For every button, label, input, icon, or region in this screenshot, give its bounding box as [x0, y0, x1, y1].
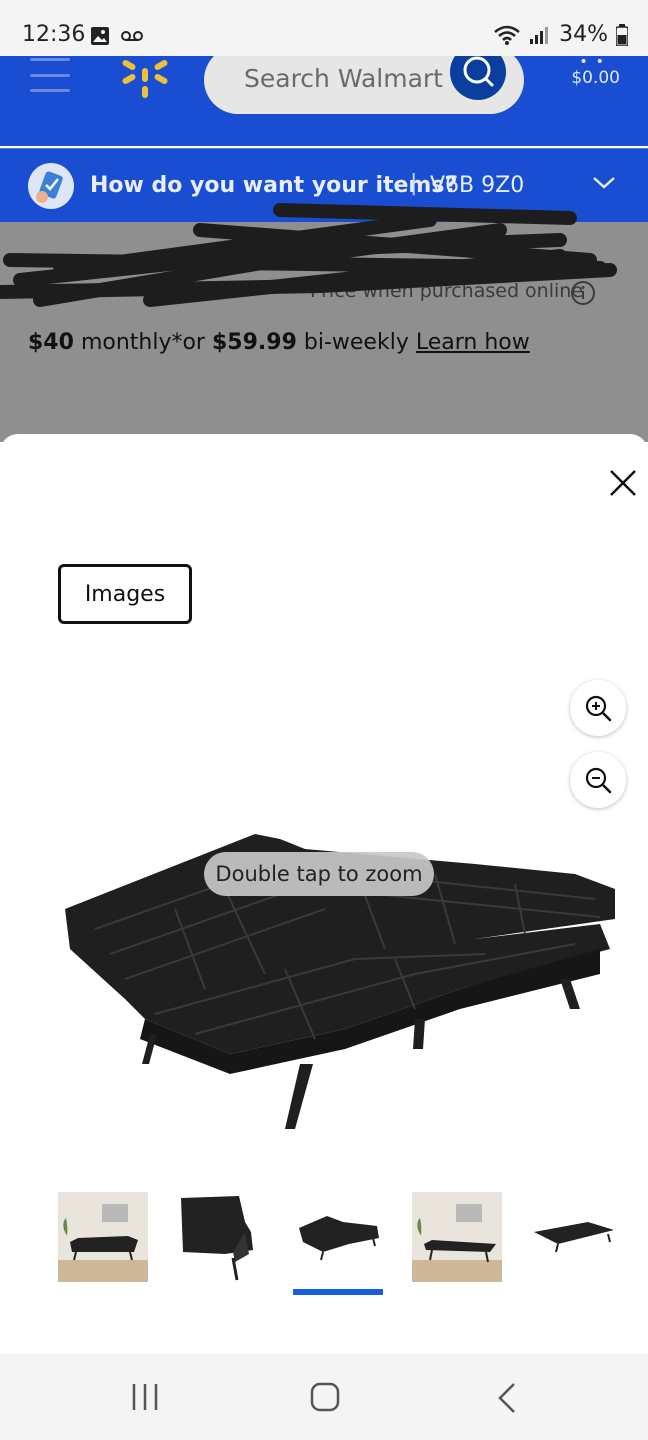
- zoom-out-icon: [585, 767, 612, 794]
- tab-images[interactable]: Images: [58, 564, 192, 624]
- zoom-in-icon: [585, 695, 612, 722]
- back-icon[interactable]: [496, 1382, 520, 1414]
- search-input[interactable]: Search Walmart: [244, 64, 443, 93]
- selected-thumbnail-indicator: [293, 1289, 383, 1295]
- image-icon: [91, 27, 109, 45]
- wifi-icon: [494, 25, 520, 45]
- chevron-down-icon[interactable]: [592, 175, 616, 191]
- walmart-spark-logo[interactable]: [120, 52, 170, 98]
- top-header: Search Walmart •• $0.00: [0, 44, 648, 146]
- thumbnail-2[interactable]: [175, 1192, 265, 1282]
- zoom-in-button[interactable]: [570, 680, 626, 736]
- cart-button[interactable]: •• $0.00: [571, 54, 620, 88]
- thumbnail-3-selected[interactable]: [293, 1192, 383, 1282]
- menu-icon[interactable]: [30, 58, 70, 92]
- cart-total: $0.00: [571, 68, 620, 88]
- search-bar[interactable]: Search Walmart: [204, 44, 524, 114]
- recent-apps-icon[interactable]: [130, 1382, 160, 1412]
- clock: 12:36: [22, 22, 86, 47]
- thumbnail-strip: [58, 1192, 618, 1295]
- battery-percent: 34%: [559, 22, 608, 47]
- close-icon[interactable]: [608, 468, 638, 498]
- battery-icon: [616, 23, 628, 46]
- divider: |: [410, 171, 418, 196]
- android-nav-bar: [0, 1354, 648, 1440]
- home-icon[interactable]: [310, 1382, 340, 1412]
- signal-icon: [530, 26, 549, 44]
- thumbnail-1[interactable]: [58, 1192, 148, 1282]
- zoom-hint-toast: Double tap to zoom: [204, 852, 434, 896]
- image-viewer-sheet: Images Double tap to zoom: [0, 434, 648, 1354]
- delivery-question: How do you want your items?: [90, 173, 458, 198]
- voicemail-icon: [121, 31, 143, 41]
- thumbnail-4[interactable]: [412, 1192, 502, 1282]
- redaction-scribble: [0, 203, 617, 307]
- zoom-out-button[interactable]: [570, 752, 626, 808]
- thumbnail-5[interactable]: [528, 1192, 618, 1282]
- postal-code: V6B 9Z0: [430, 173, 525, 198]
- status-bar: 12:36 34%: [0, 0, 648, 56]
